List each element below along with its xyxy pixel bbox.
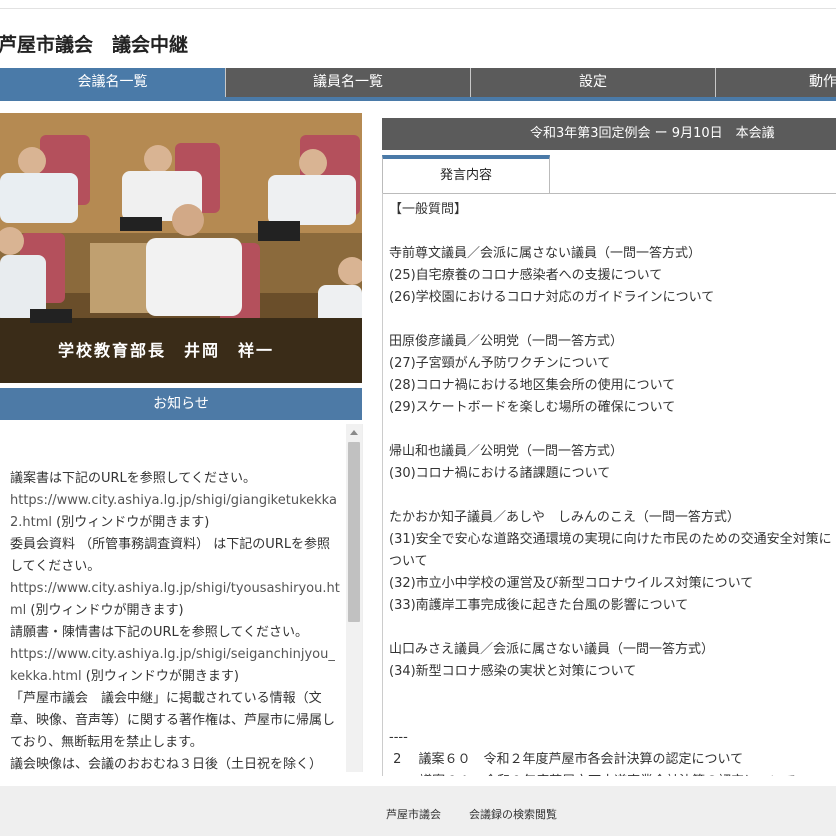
video-caption: 学校教育部長 井岡 祥一 [58, 341, 275, 360]
speech-line: (26)学校園におけるコロナ対応のガイドラインについて [389, 290, 715, 305]
notice-paragraph-text: 議案書は下記のURLを参照してください。 [10, 471, 257, 486]
notice-paragraph-text: 請願書・陳情書は下記のURLを参照してください。 [10, 625, 309, 640]
speech-text: 【一般質問】寺前尊文議員／会派に属さない議員（一問一答方式） (25)自宅療養のコ… [389, 199, 836, 776]
content-tabs: 発言内容 [382, 155, 836, 194]
notice-scrollbar[interactable] [346, 424, 362, 772]
nav-tab-behavior[interactable]: 動作 [716, 68, 836, 97]
nav-tab-settings[interactable]: 設定 [471, 68, 716, 97]
speech-line: (27)子宮頸がん予防ワクチンについて [389, 356, 611, 371]
footer: 芦屋市議会 会議録の検索閲覧 [0, 786, 836, 836]
notice-text: 議案書は下記のURLを参照してください。 https://www.city.ash… [10, 468, 340, 772]
notice-paragraph: 「芦屋市議会 議会中継」に掲載されている情報（文章、映像、音声等）に関する著作権… [10, 688, 340, 754]
notice-paragraph: 議案書は下記のURLを参照してください。 https://www.city.ash… [10, 468, 340, 534]
meeting-header: 令和3年第3回定例会 ー 9月10日 本会議 [382, 118, 836, 150]
notice-paragraph: 議会映像は、会議のおおむね３日後（土日祝を除く） [10, 754, 340, 772]
speech-line: (28)コロナ禍における地区集会所の使用について [389, 378, 676, 393]
speech-line: 田原俊彦議員／公明党（一問一答方式） [389, 334, 624, 349]
speech-line: たかおか知子議員／あしや しみんのこえ（一問一答方式） [389, 510, 740, 525]
speech-line: 2 議案６０ 令和２年度芦屋市各会計決算の認定について [389, 752, 744, 767]
nav-tab-member-list[interactable]: 議員名一覧 [226, 68, 471, 97]
notice-link-note: (別ウィンドウが開きます) [81, 669, 239, 684]
speech-line: (30)コロナ禍における諸課題について [389, 466, 611, 481]
footer-link-council[interactable]: 芦屋市議会 [386, 806, 441, 822]
speech-line [389, 221, 836, 243]
speech-line: (33)南護岸工事完成後に起きた台風の影響について [389, 598, 689, 613]
speech-line: (34)新型コロナ感染の実状と対策について [389, 664, 637, 679]
tab-speech-content[interactable]: 発言内容 [382, 155, 550, 193]
speech-line [389, 683, 836, 705]
video-player[interactable]: 学校教育部長 井岡 祥一 [0, 113, 362, 383]
site-title: 芦屋市議会 議会中継 [0, 34, 189, 56]
nav-tab-meeting-list[interactable]: 会議名一覧 [0, 68, 226, 97]
speech-line: (32)市立小中学校の運営及び新型コロナウイルス対策について [389, 576, 754, 591]
notice-paragraph-text: 議会映像は、会議のおおむね３日後（土日祝を除く） [10, 757, 323, 772]
speech-line: (25)自宅療養のコロナ感染者への支援について [389, 268, 663, 283]
speech-line: 寺前尊文議員／会派に属さない議員（一問一答方式） [389, 246, 702, 261]
notice-paragraph-text: 委員会資料 （所管事務調査資料） は下記のURLを参照してください。 [10, 537, 331, 574]
speech-line: 山口みさえ議員／会派に属さない議員（一問一答方式） [389, 642, 715, 657]
speech-line [389, 419, 836, 441]
notice-paragraph: 請願書・陳情書は下記のURLを参照してください。 https://www.city… [10, 622, 340, 688]
speech-line: (29)スケートボードを楽しむ場所の確保について [389, 400, 676, 415]
speech-line: (31)安全で安心な道路交通環境の実現に向けた市民のための交通安全対策に [389, 532, 832, 547]
notice-link-note: (別ウィンドウが開きます) [52, 515, 210, 530]
notice-heading: お知らせ [0, 388, 362, 420]
speech-line: 帰山和也議員／公明党（一問一答方式） [389, 444, 624, 459]
speech-line [389, 617, 836, 639]
speech-line: 【一般質問】 [389, 202, 468, 217]
notice-paragraph-text: 「芦屋市議会 議会中継」に掲載されている情報（文章、映像、音声等）に関する著作権… [10, 691, 336, 750]
browser-top-strip [0, 0, 836, 9]
scrollbar-thumb[interactable] [348, 442, 360, 622]
speech-line: ---- [389, 730, 408, 745]
notice-link-note: (別ウィンドウが開きます) [26, 603, 184, 618]
main-nav: 会議名一覧 議員名一覧 設定 動作 [0, 68, 836, 97]
notice-panel: 議案書は下記のURLを参照してください。 https://www.city.ash… [0, 424, 363, 772]
scroll-up-arrow-icon[interactable] [350, 430, 358, 435]
speech-line [389, 485, 836, 507]
speech-line: ついて [389, 554, 428, 569]
speech-line [389, 309, 836, 331]
meeting-title: 令和3年第3回定例会 ー 9月10日 本会議 [530, 126, 775, 141]
nav-underline [0, 97, 836, 101]
speech-line [389, 705, 836, 727]
footer-link-minutes-search[interactable]: 会議録の検索閲覧 [469, 806, 557, 822]
speech-line: 議案６１ 令和２年度芦屋市下水道事業会計決算の認定について [389, 771, 836, 776]
notice-paragraph: 委員会資料 （所管事務調査資料） は下記のURLを参照してください。 https:… [10, 534, 340, 622]
speech-content-panel: 【一般質問】寺前尊文議員／会派に属さない議員（一問一答方式） (25)自宅療養のコ… [382, 193, 836, 776]
